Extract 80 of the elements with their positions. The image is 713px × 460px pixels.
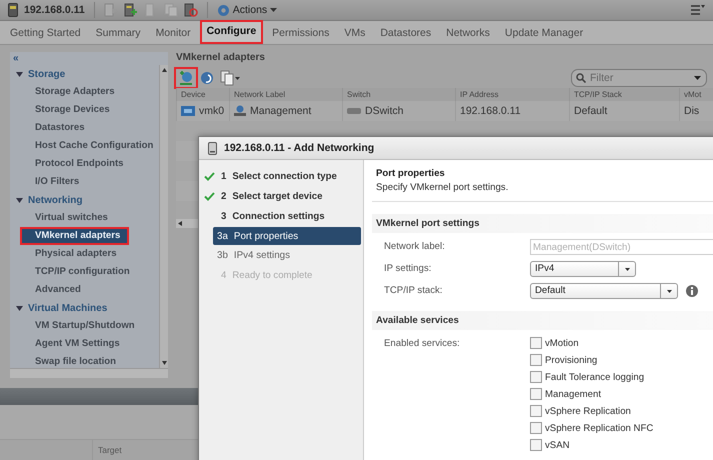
check-icon — [204, 172, 215, 180]
sidebar-item[interactable]: Host Cache Configuration — [10, 137, 159, 155]
page-description: Specify VMkernel port settings. — [376, 182, 510, 193]
network-card-icon — [181, 106, 195, 116]
sidebar-item[interactable]: Virtual switches — [10, 209, 159, 227]
section-header: Available services — [372, 311, 713, 330]
scrollbar[interactable] — [159, 65, 168, 368]
globe-icon — [178, 70, 194, 86]
page-title: Port properties — [376, 168, 446, 179]
refresh-icon[interactable] — [200, 70, 216, 86]
sidebar-group[interactable]: Networking — [10, 191, 159, 209]
wizard-substep[interactable]: 3b IPv4 settings — [213, 246, 361, 264]
service-checkbox[interactable]: Provisioning — [530, 353, 713, 367]
sidebar-item[interactable]: I/O Filters — [10, 173, 159, 191]
caret-icon[interactable] — [694, 76, 701, 80]
caret-icon — [624, 268, 630, 270]
info-icon[interactable] — [686, 285, 698, 297]
dropdown[interactable]: Default — [530, 283, 678, 299]
collapse-icon[interactable]: « — [10, 52, 22, 65]
tab[interactable]: Networks — [440, 23, 496, 44]
sidebar-item[interactable]: Protocol Endpoints — [10, 155, 159, 173]
service-checkbox[interactable]: vMotion — [530, 336, 713, 350]
service-checkbox[interactable]: vSphere Replication — [530, 404, 713, 418]
service-checkbox[interactable]: vSAN — [530, 438, 713, 452]
tab[interactable]: Getting Started — [4, 23, 87, 44]
scroll-down-icon[interactable] — [162, 361, 166, 365]
service-checkbox[interactable]: Management — [530, 387, 713, 401]
panel-title: VMkernel adapters — [176, 52, 266, 65]
sidebar-item[interactable]: Advanced — [10, 281, 159, 299]
search-icon — [576, 73, 586, 83]
field-label: Network label: — [384, 240, 446, 254]
tab[interactable]: Update Manager — [498, 23, 590, 44]
tab[interactable]: Permissions — [266, 23, 336, 44]
wizard-step[interactable]: 1 Select connection type — [199, 166, 363, 186]
service-checkbox[interactable]: Fault Tolerance logging — [530, 370, 713, 384]
tab[interactable]: Summary — [90, 23, 147, 44]
dropdown[interactable]: IPv4 — [530, 261, 636, 277]
filter-field[interactable]: Filter — [571, 69, 707, 87]
host-name: 192.168.0.11 — [24, 4, 85, 16]
field-label: TCP/IP stack: — [384, 284, 444, 298]
copy-icon[interactable] — [220, 70, 240, 86]
sidebar-item[interactable]: Datastores — [10, 119, 159, 137]
scrollbar[interactable] — [10, 368, 168, 378]
dialog-title: 192.168.0.11 - Add Networking — [224, 142, 374, 154]
service-checkbox[interactable]: vSphere Replication NFC — [530, 421, 713, 435]
actions-menu-button[interactable]: Actions — [216, 4, 278, 16]
sidebar-group[interactable]: Storage — [10, 65, 159, 83]
host-icon — [208, 142, 217, 154]
tab[interactable]: Monitor — [150, 23, 197, 44]
sidebar-item[interactable]: Storage Devices — [10, 101, 159, 119]
column-header[interactable]: Target — [93, 440, 122, 460]
add-host-icon[interactable] — [124, 3, 138, 17]
port-group-icon — [234, 105, 246, 117]
sidebar-item[interactable]: Physical adapters — [10, 245, 159, 263]
sidebar-item[interactable]: VMkernel adapters — [20, 227, 129, 245]
server-icon — [8, 3, 18, 17]
sidebar-item[interactable]: TCP/IP configuration — [10, 263, 159, 281]
tab[interactable]: Configure — [200, 20, 264, 44]
wizard-step[interactable]: 2 Select target device — [199, 186, 363, 206]
sidebar-item[interactable]: Agent VM Settings — [10, 335, 159, 353]
wizard-substep[interactable]: 3a Port properties — [213, 227, 361, 245]
section-header: VMkernel port settings — [372, 214, 713, 233]
sidebar-item[interactable]: VM Startup/Shutdown — [10, 317, 159, 335]
sidebar-group[interactable]: Virtual Machines — [10, 299, 159, 317]
caret-icon — [270, 8, 278, 12]
field-label: IP settings: — [384, 262, 432, 276]
sidebar-item[interactable]: Swap file location — [10, 353, 159, 368]
field-label: Enabled services: — [384, 337, 461, 351]
caret-icon — [666, 290, 672, 292]
sidebar-item[interactable]: Storage Adapters — [10, 83, 159, 101]
reboot-icon[interactable] — [184, 3, 198, 17]
menu-icon[interactable] — [691, 5, 705, 15]
wizard-step[interactable]: 3 Connection settings — [199, 206, 363, 226]
scroll-left-icon[interactable] — [178, 221, 182, 226]
switch-icon — [347, 107, 361, 115]
tab[interactable]: Datastores — [374, 23, 438, 44]
scroll-up-icon[interactable] — [162, 68, 166, 72]
check-icon — [204, 192, 215, 200]
gear-icon — [216, 4, 230, 16]
tab[interactable]: VMs — [338, 23, 372, 44]
